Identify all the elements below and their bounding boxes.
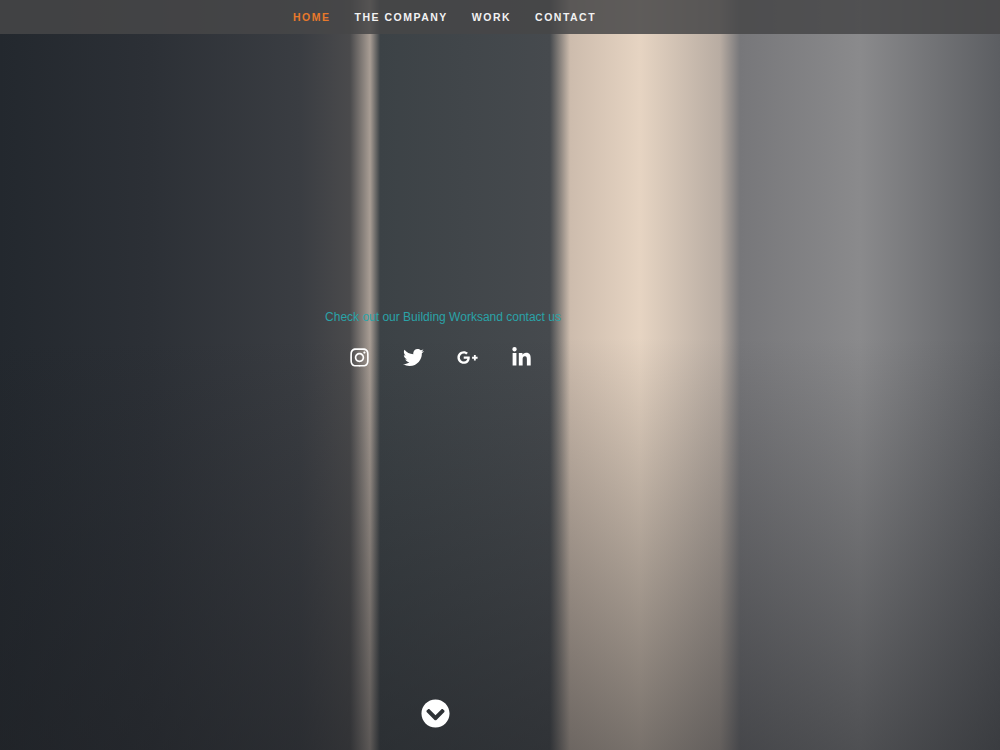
google-plus-icon[interactable] bbox=[457, 347, 478, 368]
twitter-icon[interactable] bbox=[403, 347, 424, 368]
social-link[interactable] bbox=[402, 346, 424, 368]
nav-item[interactable]: HOME bbox=[293, 11, 331, 23]
linkedin-icon[interactable] bbox=[511, 347, 532, 368]
nav-bar: HOME THE COMPANY WORK CONTACT bbox=[0, 0, 1000, 34]
nav-item[interactable]: CONTACT bbox=[535, 11, 596, 23]
social-link[interactable] bbox=[348, 346, 370, 368]
hero-page: HOME THE COMPANY WORK CONTACT Check out our … bbox=[0, 0, 1000, 750]
nav-item[interactable]: WORK bbox=[472, 11, 511, 23]
scroll-down-button[interactable] bbox=[420, 698, 450, 728]
nav-item[interactable]: THE COMPANY bbox=[355, 11, 448, 23]
social-link[interactable] bbox=[510, 346, 532, 368]
chevron-down-icon[interactable] bbox=[421, 699, 450, 728]
instagram-icon[interactable] bbox=[349, 347, 370, 368]
social-link[interactable] bbox=[456, 346, 478, 368]
hero: Check out our Building Worksand contact … bbox=[0, 34, 1000, 750]
social-row bbox=[348, 346, 532, 368]
tagline: Check out our Building Worksand contact … bbox=[325, 310, 561, 324]
